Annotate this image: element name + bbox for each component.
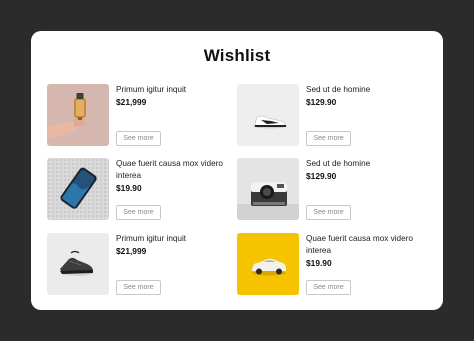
page-title: Wishlist xyxy=(203,46,271,65)
product-name: Sed ut de homine xyxy=(306,159,371,168)
product-price: $19.90 xyxy=(116,183,142,193)
see-more-button[interactable]: See more xyxy=(116,131,161,146)
product-price: $129.90 xyxy=(306,97,337,107)
product-price: $21,999 xyxy=(116,246,147,256)
product-image-toy-car[interactable] xyxy=(237,233,299,295)
wishlist-item: Primum igitur inquit $21,999 See more xyxy=(47,233,232,295)
wishlist-item: Sed ut de homine $129.90 See more xyxy=(237,84,422,146)
see-more-button[interactable]: See more xyxy=(306,280,351,295)
wishlist-item: Quae fuerit causa mox videro interea $19… xyxy=(47,158,232,220)
product-price: $19.90 xyxy=(306,258,332,268)
see-more-button[interactable]: See more xyxy=(116,280,161,295)
wishlist-item: Primum igitur inquit $21,999 See more xyxy=(47,84,232,146)
see-more-button[interactable]: See more xyxy=(306,205,351,220)
product-name: Primum igitur inquit xyxy=(116,85,187,94)
product-image-camera[interactable] xyxy=(237,158,299,220)
product-price: $129.90 xyxy=(306,171,337,181)
product-image-smartphone[interactable] xyxy=(47,158,109,220)
wishlist-item: Sed ut de homine $129.90 See more xyxy=(237,158,422,220)
product-name: Quae fuerit causa mox videro interea xyxy=(306,234,413,255)
product-image-running-shoe[interactable] xyxy=(47,233,109,295)
product-image-perfume[interactable] xyxy=(47,84,109,146)
product-name: Quae fuerit causa mox videro interea xyxy=(116,159,223,180)
product-image-sneaker[interactable] xyxy=(237,84,299,146)
product-price: $21,999 xyxy=(116,97,147,107)
product-name: Sed ut de homine xyxy=(306,85,371,94)
wishlist-item: Quae fuerit causa mox videro interea $19… xyxy=(237,233,422,295)
see-more-button[interactable]: See more xyxy=(306,131,351,146)
product-name: Primum igitur inquit xyxy=(116,234,187,243)
see-more-button[interactable]: See more xyxy=(116,205,161,220)
